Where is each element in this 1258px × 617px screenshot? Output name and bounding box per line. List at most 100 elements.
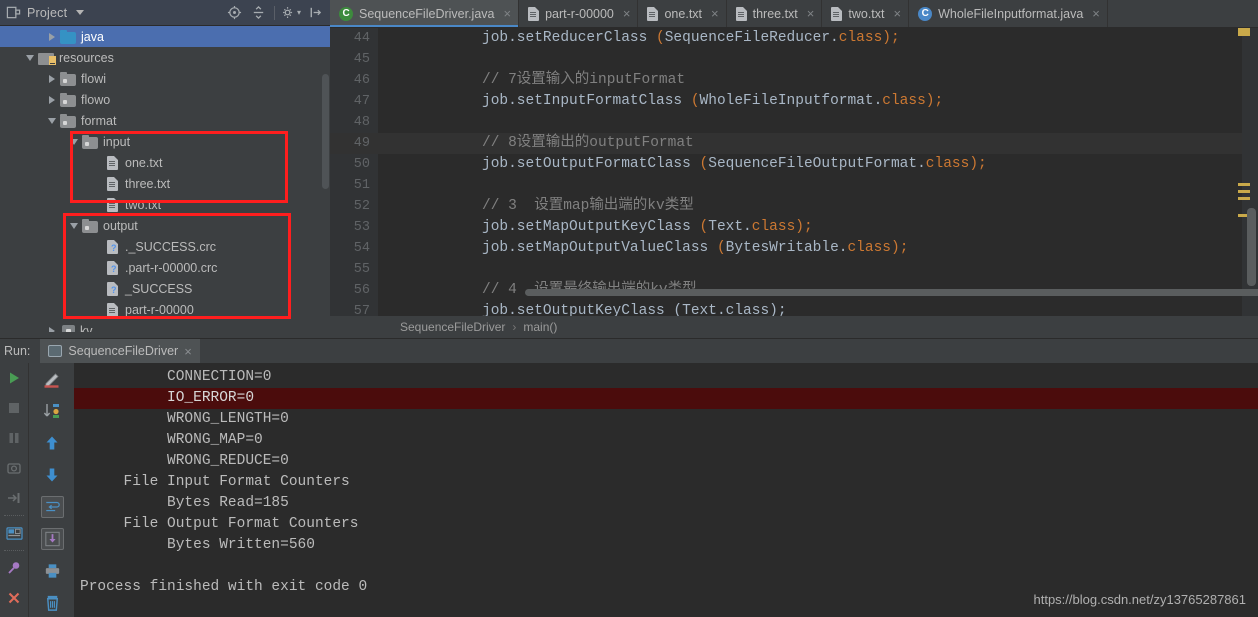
chevron-right-icon[interactable] [44, 95, 60, 104]
close-icon[interactable] [0, 583, 28, 613]
collapse-all-icon[interactable] [247, 2, 269, 24]
rerun-icon[interactable] [0, 363, 28, 393]
tree-item-label: one.txt [125, 155, 163, 170]
console-line: WRONG_MAP=0 [80, 432, 263, 448]
tree-item-label: _SUCCESS [125, 281, 193, 296]
pin-icon[interactable] [0, 553, 28, 583]
print-icon[interactable] [29, 555, 75, 587]
chevron-down-icon[interactable] [44, 117, 60, 124]
line-number: 57 [353, 304, 370, 316]
line-number: 47 [353, 94, 370, 109]
code-line[interactable]: 49 // 8设置输出的outputFormat [330, 133, 1258, 154]
tab-part-r-00000[interactable]: part-r-00000 × [519, 0, 639, 27]
tree-item--success[interactable]: _SUCCESS [0, 278, 330, 299]
code-line[interactable]: 54 job.setMapOutputValueClass (BytesWrita… [330, 238, 1258, 259]
code-line[interactable]: 50 job.setOutputFormatClass (SequenceFile… [330, 154, 1258, 175]
tree-item-format[interactable]: format [0, 110, 330, 131]
soft-wrap-icon[interactable] [29, 491, 75, 523]
folder-grey-icon [82, 218, 98, 233]
tree-item-java[interactable]: java [0, 26, 330, 47]
close-icon[interactable]: × [894, 6, 902, 21]
close-icon[interactable]: × [711, 6, 719, 21]
tree-item-flowi[interactable]: flowi [0, 68, 330, 89]
tree-item---success-crc[interactable]: ._SUCCESS.crc [0, 236, 330, 257]
tree-item-label: kv [80, 323, 93, 333]
console-output[interactable]: CONNECTION=0 IO_ERROR=0 WRONG_LENGTH=0 W… [74, 363, 1258, 617]
close-icon[interactable]: × [184, 344, 192, 359]
tab-sequencefiledriver-java[interactable]: SequenceFileDriver.java × [330, 0, 520, 27]
tab-wholefileinputformat-java[interactable]: WholeFileInputformat.java × [909, 0, 1108, 27]
code-line[interactable]: 47 job.setInputFormatClass (WholeFileInpu… [330, 91, 1258, 112]
restore-layout-icon[interactable] [0, 483, 28, 513]
edit-config-icon[interactable] [29, 363, 75, 395]
chevron-right-icon[interactable] [44, 326, 60, 332]
console-line: CONNECTION=0 [80, 369, 272, 385]
settings-icon[interactable] [0, 518, 28, 548]
tree-item-two-txt[interactable]: two.txt [0, 194, 330, 215]
code-line[interactable]: 45 [330, 49, 1258, 70]
tree-item-label: three.txt [125, 176, 171, 191]
tab-two-txt[interactable]: two.txt × [822, 0, 910, 27]
tree-item-output[interactable]: output [0, 215, 330, 236]
tree-item-flowo[interactable]: flowo [0, 89, 330, 110]
tree-item-part-r-00000[interactable]: part-r-00000 [0, 299, 330, 320]
settings-icon[interactable]: ▾ [280, 2, 302, 24]
breadcrumb-class[interactable]: SequenceFileDriver [400, 320, 505, 334]
chevron-down-icon[interactable] [66, 222, 82, 229]
close-icon[interactable]: × [623, 6, 631, 21]
close-icon[interactable]: × [807, 6, 815, 21]
tree-item-label: two.txt [125, 197, 162, 212]
breadcrumb-method[interactable]: main() [523, 320, 557, 334]
hide-icon[interactable] [304, 2, 326, 24]
down-arrow-icon[interactable] [29, 459, 75, 491]
tree-item-input[interactable]: input [0, 131, 330, 152]
editor-tab-bar[interactable]: SequenceFileDriver.java×part-r-00000×one… [330, 0, 1258, 28]
scroll-to-end-icon[interactable] [29, 395, 75, 427]
close-icon[interactable]: × [1092, 6, 1100, 21]
clear-all-icon[interactable] [29, 587, 75, 617]
editor-vertical-scrollbar[interactable] [1247, 208, 1256, 286]
tree-item-kv[interactable]: kv [0, 320, 330, 332]
run-tab-label: SequenceFileDriver [68, 344, 179, 358]
chevron-right-icon[interactable] [44, 32, 60, 41]
code-line[interactable]: 48 [330, 112, 1258, 133]
code-token: SequenceFileReducer. [664, 30, 839, 46]
code-line[interactable]: 52 // 3 设置map输出端的kv类型 [330, 196, 1258, 217]
code-line[interactable]: 53 job.setMapOutputKeyClass (Text.class); [330, 217, 1258, 238]
tree-scrollbar[interactable] [322, 74, 329, 189]
tab-one-txt[interactable]: one.txt × [638, 0, 727, 27]
code-token: ); [795, 219, 813, 235]
chevron-down-icon[interactable] [66, 138, 82, 145]
dump-threads-icon[interactable] [0, 453, 28, 483]
editor-horizontal-scrollbar[interactable] [525, 289, 1258, 296]
locate-icon[interactable] [223, 2, 245, 24]
code-editor[interactable]: 44 job.setReducerClass (SequenceFileReduc… [330, 28, 1258, 316]
error-marker [1238, 28, 1250, 36]
code-line[interactable]: 55 [330, 259, 1258, 280]
tab-three-txt[interactable]: three.txt × [726, 0, 823, 27]
chevron-down-icon[interactable] [22, 54, 38, 61]
toolbar-divider [4, 515, 24, 516]
code-line[interactable]: 57 job.setOutputKeyClass (Text.class); [330, 301, 1258, 316]
tree-item--part-r-00000-crc[interactable]: .part-r-00000.crc [0, 257, 330, 278]
stop-icon[interactable] [0, 393, 28, 423]
scroll-to-end-2-icon[interactable] [29, 523, 75, 555]
project-tree[interactable]: java resources flowi flowo format input one.tx… [0, 26, 330, 332]
tree-item-resources[interactable]: resources [0, 47, 330, 68]
tree-item-three-txt[interactable]: three.txt [0, 173, 330, 194]
up-arrow-icon[interactable] [29, 427, 75, 459]
tree-item-label: .part-r-00000.crc [125, 260, 218, 275]
chevron-down-icon[interactable] [76, 10, 85, 15]
code-line[interactable]: 51 [330, 175, 1258, 196]
close-icon[interactable]: × [504, 6, 512, 21]
tree-item-one-txt[interactable]: one.txt [0, 152, 330, 173]
chevron-right-icon[interactable] [44, 74, 60, 83]
code-line[interactable]: 44 job.setReducerClass (SequenceFileReduc… [330, 28, 1258, 49]
pause-icon[interactable] [0, 423, 28, 453]
code-token: ( [656, 30, 665, 46]
code-line[interactable]: 46 // 7设置输入的inputFormat [330, 70, 1258, 91]
run-tab-sequencefiledriver[interactable]: SequenceFileDriver × [40, 338, 200, 364]
console-line: WRONG_REDUCE=0 [80, 453, 289, 469]
breadcrumb[interactable]: SequenceFileDriver › main() [330, 316, 1258, 338]
code-token: WholeFileInputformat. [699, 93, 883, 109]
